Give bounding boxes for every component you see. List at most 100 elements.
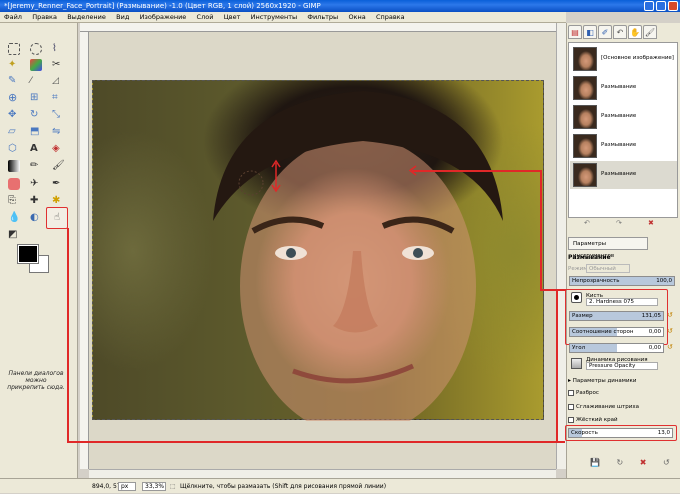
foreground-color-front[interactable] (17, 244, 39, 264)
unit-select[interactable]: px (118, 482, 136, 491)
flip-icon[interactable]: ⇋ (52, 126, 64, 138)
gradient-icon[interactable] (8, 160, 20, 172)
ellipse-select-icon[interactable] (30, 43, 42, 55)
align-icon[interactable]: ⊞ (30, 92, 42, 104)
delete-preset-icon[interactable]: ✖ (640, 458, 647, 467)
history-item[interactable]: Размывание (570, 74, 677, 102)
reset-angle-icon[interactable]: ↺ (667, 343, 673, 351)
heal-icon[interactable]: ✚ (30, 195, 42, 207)
opacity-slider[interactable]: Непрозрачность 100,0 (569, 276, 675, 286)
blur-sharpen-icon[interactable]: 💧 (8, 212, 20, 224)
menu-bar: Файл Правка Выделение Вид Изображение Сл… (0, 12, 566, 23)
move-icon[interactable]: ✥ (8, 109, 20, 121)
paintbrush-icon[interactable]: 🖌 (52, 160, 65, 172)
menu-filters[interactable]: Фильтры (303, 12, 342, 23)
fuzzy-select-icon[interactable]: ✦ (8, 59, 20, 71)
pencil-icon[interactable]: ✏ (30, 160, 42, 172)
ink-icon[interactable]: ✒ (52, 178, 64, 190)
rotate-icon[interactable]: ↻ (30, 109, 42, 121)
airbrush-icon[interactable]: ✈ (30, 178, 42, 190)
undo-icon[interactable]: ↶ (584, 219, 590, 227)
rect-select-icon[interactable] (8, 43, 20, 55)
perspective-clone-icon[interactable]: ✱ (52, 195, 64, 207)
menu-windows[interactable]: Окна (344, 12, 369, 23)
paths-tab-icon[interactable]: ✐ (598, 25, 612, 39)
minimize-icon[interactable] (644, 1, 654, 11)
history-item-selected[interactable]: Размывание (570, 161, 677, 189)
maximize-icon[interactable] (656, 1, 666, 11)
restore-preset-icon[interactable]: ↻ (617, 458, 624, 467)
dynamics-preview-icon[interactable] (571, 358, 582, 369)
text-tool-icon[interactable]: A (30, 143, 42, 155)
redo-icon[interactable]: ↷ (616, 219, 622, 227)
menu-image[interactable]: Изображение (136, 12, 191, 23)
reset-aspect-icon[interactable]: ↺ (667, 327, 673, 335)
annotation-line (540, 170, 542, 290)
smudge-tool-icon[interactable]: ☝ (46, 207, 68, 229)
smooth-row[interactable]: Сглаживание штриха (568, 402, 677, 412)
aspect-slider[interactable]: Соотношение сторон 0,00 (569, 327, 664, 337)
size-slider[interactable]: Размер 131,05 (569, 311, 664, 321)
horizontal-scrollbar[interactable] (89, 469, 556, 478)
history-thumbnail (573, 76, 597, 100)
eraser-icon[interactable] (8, 178, 20, 190)
portrait-image[interactable] (92, 80, 544, 421)
menu-help[interactable]: Справка (372, 12, 409, 23)
portrait-drawing (213, 91, 503, 421)
history-item[interactable]: Размывание (570, 103, 677, 131)
clear-history-icon[interactable]: ✖ (648, 219, 654, 227)
brush-preview-icon[interactable] (571, 292, 582, 303)
vertical-scrollbar[interactable] (556, 23, 566, 469)
smooth-checkbox[interactable] (568, 403, 574, 410)
vertical-ruler[interactable] (80, 32, 89, 469)
annotation-line (540, 289, 557, 291)
dynamics-options-row[interactable]: ▸ Параметры динамики (568, 376, 677, 386)
horizontal-ruler[interactable] (80, 23, 556, 32)
menu-select[interactable]: Выделение (63, 12, 110, 23)
clone-icon[interactable]: ⎘ (8, 195, 20, 207)
color-select-icon[interactable] (30, 59, 42, 71)
scissors-icon[interactable]: ✂ (52, 59, 64, 71)
menu-tools[interactable]: Инструменты (247, 12, 302, 23)
cage-icon[interactable]: ⬡ (8, 143, 20, 155)
mode-select[interactable]: Обычный (586, 264, 630, 273)
measure-icon[interactable]: ◿ (52, 75, 64, 87)
angle-slider[interactable]: Угол 0,00 (569, 343, 664, 353)
history-tab-icon[interactable]: ✋ (628, 25, 642, 39)
menu-edit[interactable]: Правка (28, 12, 61, 23)
rate-slider[interactable]: Скорость 13,0 (568, 428, 673, 438)
history-item[interactable]: Размывание (570, 132, 677, 160)
save-preset-icon[interactable]: 💾 (590, 458, 600, 467)
free-select-icon[interactable]: ⌇ (52, 43, 64, 55)
zoom-icon[interactable]: ⊕ (8, 92, 20, 104)
jitter-row[interactable]: Разброс (568, 388, 677, 398)
color-picker-icon[interactable]: ⁄ (30, 75, 42, 87)
dodge-burn-icon[interactable]: ◐ (30, 212, 42, 224)
reset-size-icon[interactable]: ↺ (667, 311, 673, 319)
channels-tab-icon[interactable]: ◧ (583, 25, 597, 39)
history-item[interactable]: [Основное изображение] (570, 45, 677, 73)
layers-tab-icon[interactable]: ▤ (568, 25, 582, 39)
scale-icon[interactable]: ⤡ (52, 109, 64, 121)
dynamics-field[interactable]: Pressure Opacity (586, 362, 658, 370)
menu-layer[interactable]: Слой (193, 12, 218, 23)
menu-file[interactable]: Файл (0, 12, 26, 23)
menu-view[interactable]: Вид (112, 12, 133, 23)
crop-icon[interactable]: ⌗ (52, 92, 64, 104)
brush-name-field[interactable]: 2. Hardness 075 (586, 298, 658, 306)
shear-icon[interactable]: ▱ (8, 126, 20, 138)
reset-icon[interactable]: ↺ (663, 458, 670, 467)
paths-icon[interactable]: ✎ (8, 75, 20, 87)
color-swap-icon[interactable]: ◩ (8, 229, 20, 241)
perspective-icon[interactable]: ⬒ (30, 126, 42, 138)
brush-tab-icon[interactable]: 🖌 (643, 25, 657, 39)
menu-color[interactable]: Цвет (220, 12, 245, 23)
bucket-fill-icon[interactable]: ◈ (52, 143, 64, 155)
close-icon[interactable] (668, 1, 678, 11)
undo-tab-icon[interactable]: ↶ (613, 25, 627, 39)
hard-edge-checkbox[interactable] (568, 416, 574, 423)
zoom-select[interactable]: 33,3% (142, 482, 166, 491)
tool-options-tab[interactable]: Параметры инструментов (568, 237, 648, 259)
jitter-checkbox[interactable] (568, 389, 574, 396)
hard-edge-row[interactable]: Жёсткий край (568, 415, 677, 425)
